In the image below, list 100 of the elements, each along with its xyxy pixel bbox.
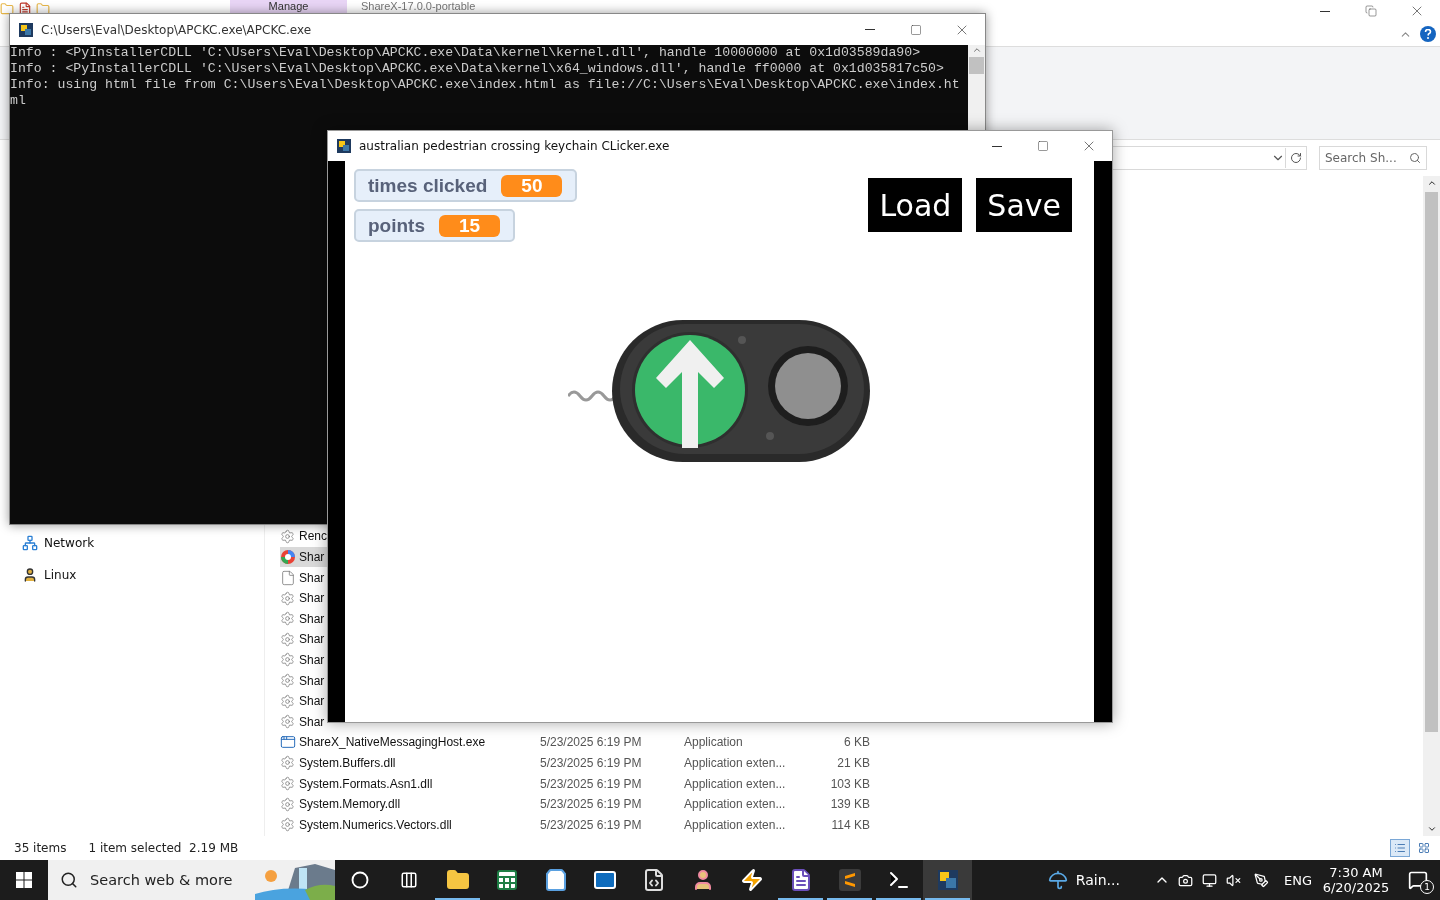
file-size: 139 KB (829, 797, 870, 812)
weather-text[interactable]: Rain... (1075, 872, 1120, 888)
clock-time[interactable]: 7:30 AM (1329, 865, 1383, 880)
scrollbar[interactable] (1423, 176, 1440, 836)
details-view-button[interactable] (1390, 839, 1410, 857)
network-icon (22, 535, 38, 551)
file-row[interactable]: Renc (280, 526, 327, 547)
file-row[interactable]: Shar (280, 711, 327, 733)
scroll-thumb[interactable] (969, 57, 984, 74)
file-row[interactable]: System.Memory.dll 5/23/2025 6:19 PM Application exten... 139 KB (280, 793, 870, 815)
load-button[interactable]: Load (868, 178, 963, 232)
file-row[interactable]: Shar (280, 587, 327, 609)
file-name: Shar (299, 673, 326, 688)
file-name: System.Formats.Asn1.dll (299, 776, 434, 791)
file-row[interactable]: ShareX_NativeMessagingHost.exe 5/23/2025 6:19 PM Application 6 KB (280, 732, 870, 753)
item-count: 35 items (14, 841, 67, 855)
nav-item[interactable]: Network (22, 532, 264, 554)
spreadsheet-icon (494, 868, 519, 892)
file-row[interactable]: Shar (280, 567, 327, 588)
file-row[interactable]: Shar (280, 546, 327, 568)
application-icon (280, 734, 296, 751)
file-name: System.Buffers.dll (299, 755, 397, 770)
stat-value: 50 (501, 174, 563, 197)
notification-count: 1 (1420, 880, 1434, 894)
file-date: 5/23/2025 6:19 PM (540, 776, 643, 791)
list-icon (1394, 842, 1406, 854)
circle-icon (350, 871, 369, 889)
search-field[interactable]: Search web & more (48, 860, 335, 900)
file-date: 5/23/2025 6:19 PM (540, 797, 643, 812)
clock-date[interactable]: 6/20/2025 (1322, 880, 1390, 895)
gear-file-icon (280, 776, 295, 791)
camera-icon (1178, 872, 1194, 888)
file-name: Renc (299, 529, 327, 544)
bolt-icon (739, 868, 764, 892)
gear-file-icon (280, 611, 295, 627)
file-row[interactable]: Shar (280, 690, 327, 712)
properties-icon[interactable] (18, 2, 32, 16)
file-name: Shar (299, 652, 326, 667)
file-size: 6 KB (843, 735, 870, 750)
folder-icon[interactable] (0, 2, 14, 16)
python-icon (935, 868, 960, 892)
window-title: C:\Users\Eval\Desktop\APCKC.exe\APCKC.exe (41, 22, 312, 37)
gear-file-icon (280, 631, 295, 647)
search-placeholder: Search Sh... (1325, 151, 1397, 165)
stat-label: times clicked (368, 174, 488, 197)
nav-item[interactable]: Linux (22, 564, 264, 586)
scroll-up-icon (1426, 178, 1437, 188)
taskbar-app-button[interactable] (923, 860, 972, 900)
file-date: 5/23/2025 6:19 PM (540, 817, 643, 832)
file-date: 5/23/2025 6:19 PM (540, 735, 643, 750)
pen-icon (1254, 872, 1270, 888)
stat-label: points (368, 214, 425, 237)
maximize-icon (910, 23, 922, 36)
console-line: Info : <PyInstallerCDLL 'C:\Users\Eval\Desktop\APCKC.exe\Data\kernel\kernel.dll', handle 10000000 at 0x1d03589da90> (10, 45, 922, 61)
notification-button[interactable]: 1 (1396, 860, 1440, 900)
file-type: Application exten... (684, 776, 787, 791)
file-row[interactable]: System.Numerics.Vectors.dll 5/23/2025 6:19 PM Application exten... 114 KB (280, 814, 870, 835)
file-name: Shar (299, 570, 326, 585)
gear-file-icon (280, 796, 295, 812)
console-line: Info : <PyInstallerCDLL 'C:\Users\Eval\Desktop\APCKC.exe\Data\kernel\x64_windows.dll', handle ff0000 at 0x1d035817c50> (10, 61, 945, 77)
file-row[interactable]: System.Buffers.dll 5/23/2025 6:19 PM Application exten... 21 KB (280, 752, 870, 774)
file-row[interactable]: Shar (280, 670, 327, 691)
file-row[interactable]: Shar (280, 649, 327, 671)
monitor-icon (1202, 872, 1218, 888)
file-type: Application exten... (684, 797, 787, 812)
file-date: 5/23/2025 6:19 PM (540, 755, 643, 770)
ribbon-tab[interactable]: Manage (230, 0, 347, 13)
gear-file-icon (280, 755, 295, 771)
sublime-icon (837, 868, 862, 892)
refresh-icon (1290, 152, 1302, 164)
maximize-icon (1037, 140, 1049, 152)
file-size: 114 KB (830, 817, 870, 832)
bag-icon (543, 868, 568, 892)
file-icon (280, 569, 296, 586)
file-row[interactable]: Shar (280, 629, 327, 650)
gear-file-icon (280, 817, 295, 833)
file-name: Shar (299, 550, 326, 564)
python-icon (18, 21, 34, 38)
scroll-down-icon (1426, 824, 1437, 834)
file-name: System.Memory.dll (299, 797, 402, 812)
language-indicator[interactable]: ENG (1284, 872, 1312, 888)
selection-info: 1 item selected 2.19 MB (88, 841, 239, 855)
mail-icon (592, 868, 617, 892)
gear-file-icon (280, 693, 295, 709)
message-icon (1408, 870, 1428, 890)
file-name: ShareX_NativeMessagingHost.exe (299, 735, 487, 750)
file-size: 103 KB (829, 776, 870, 791)
file-name: Shar (299, 714, 326, 729)
search-field[interactable]: Search Sh... (1319, 146, 1427, 170)
scrollbar[interactable] (968, 45, 985, 130)
search-icon (1409, 152, 1421, 164)
file-type: Application (684, 735, 744, 750)
file-row[interactable]: System.Formats.Asn1.dll 5/23/2025 6:19 PM Application exten... 103 KB (280, 773, 870, 794)
file-name: Shar (299, 632, 326, 647)
file-name: Shar (299, 694, 326, 709)
gear-file-icon (280, 673, 295, 689)
windows-icon (16, 872, 32, 888)
file-row[interactable]: Shar (280, 608, 327, 630)
help-icon[interactable] (1420, 26, 1436, 42)
save-button[interactable]: Save (976, 178, 1072, 232)
